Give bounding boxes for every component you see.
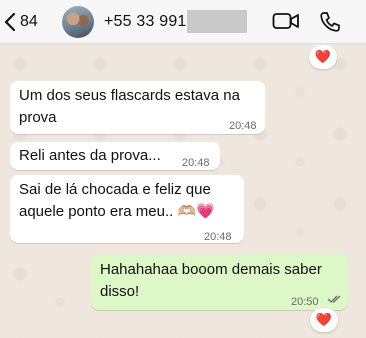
reaction-last-message[interactable]: ❤️ <box>310 308 338 332</box>
phone-icon[interactable] <box>319 11 341 33</box>
read-ticks-icon <box>327 295 341 303</box>
message-text: Um dos seus flascards estava na prova <box>19 87 240 126</box>
message-bubble[interactable]: Hahahahaa booom demais saber disso! 20:5… <box>91 254 348 310</box>
message-bubble[interactable]: Sai de lá chocada e feliz que aquele pon… <box>10 175 244 243</box>
back-button[interactable]: 84 <box>4 9 38 35</box>
chat-header: 84 +55 33 991 <box>0 0 366 44</box>
chat-area[interactable]: ❤️ Um dos seus flascards estava na prova… <box>0 44 366 338</box>
avatar[interactable] <box>62 6 94 38</box>
redacted-block <box>187 10 247 33</box>
message-text: Sai de lá chocada e feliz que aquele pon… <box>19 181 215 220</box>
message-time: 20:48 <box>229 120 257 132</box>
reaction-top[interactable]: ❤️ <box>309 45 337 69</box>
message-bubble[interactable]: Um dos seus flascards estava na prova 20… <box>10 81 265 134</box>
video-camera-icon[interactable] <box>272 11 300 31</box>
message-text: Reli antes da prova... <box>19 147 161 164</box>
chevron-left-icon <box>4 12 16 32</box>
message-bubble[interactable]: Reli antes da prova... 20:48 <box>10 142 220 170</box>
unread-count: 84 <box>20 13 38 30</box>
message-time: 20:48 <box>204 231 232 243</box>
contact-name[interactable]: +55 33 991 <box>104 13 187 31</box>
message-time: 20:48 <box>182 157 210 169</box>
